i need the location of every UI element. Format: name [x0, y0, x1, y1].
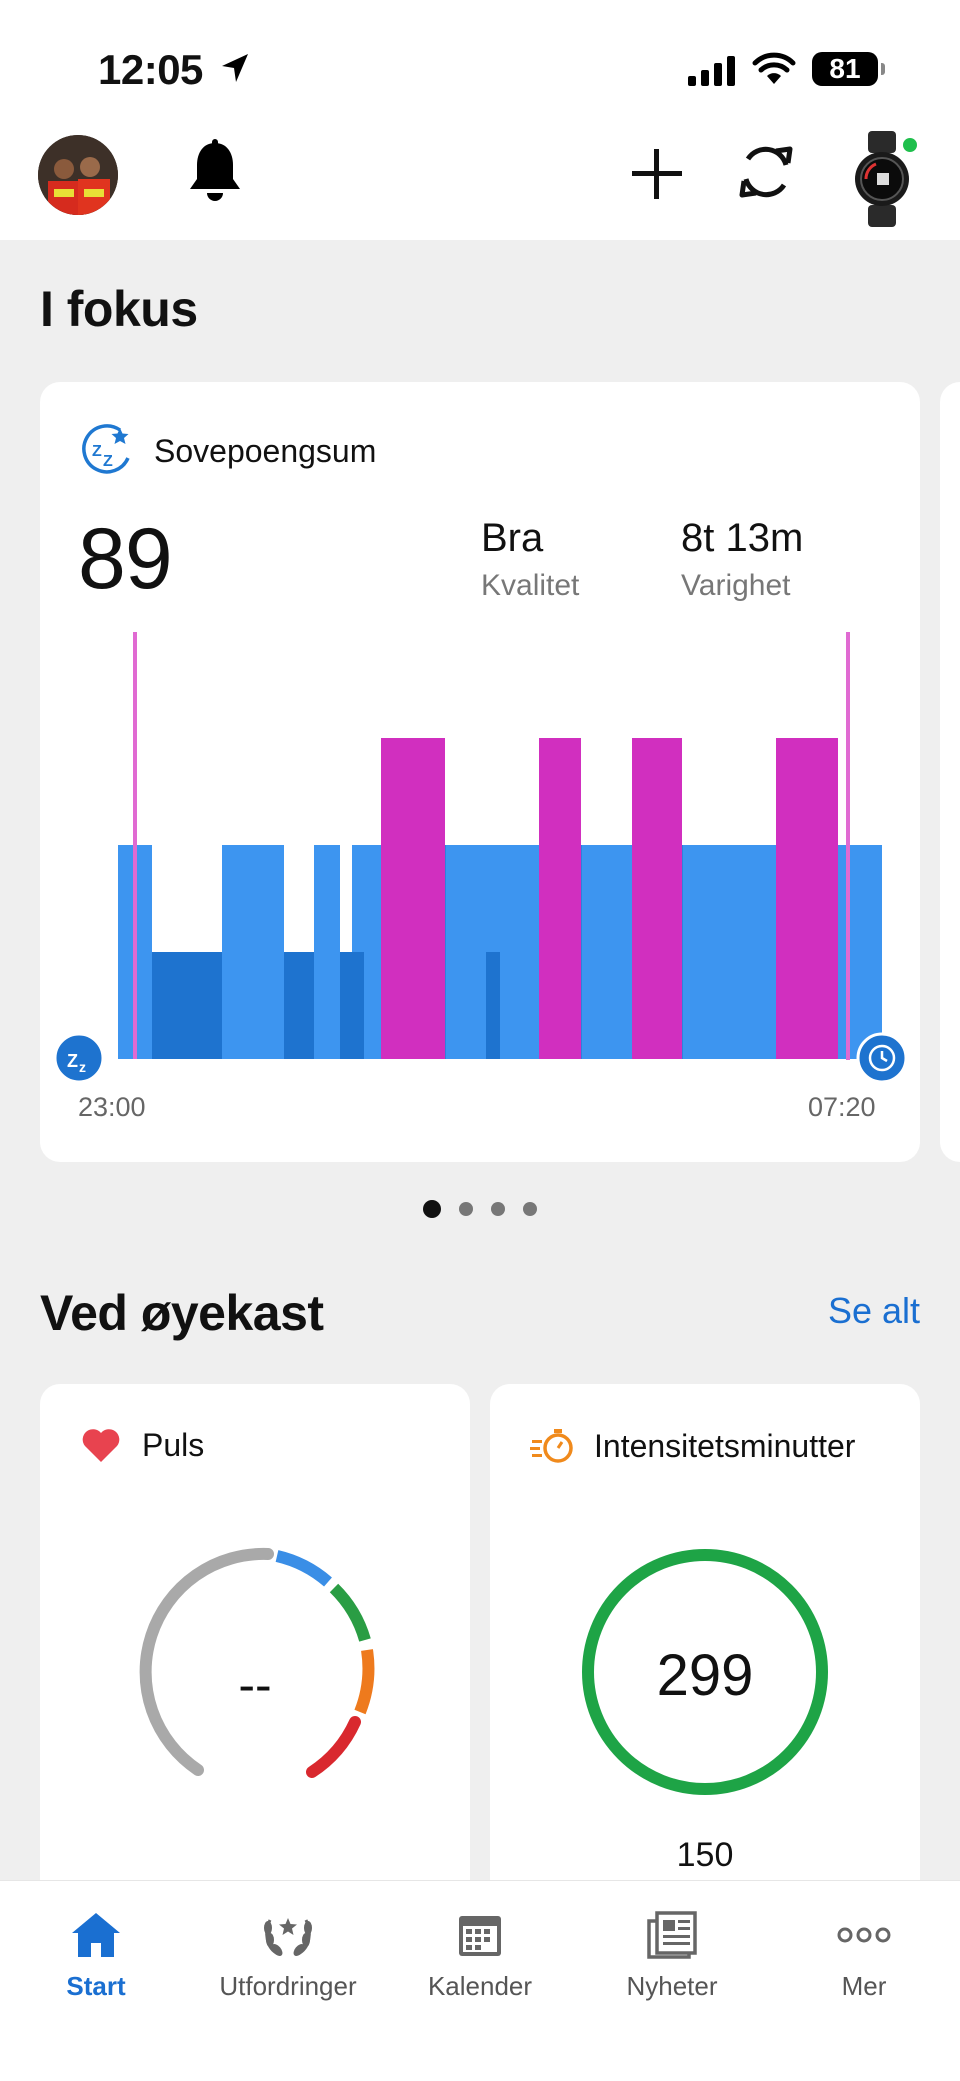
tab-label: Mer: [841, 1971, 887, 2001]
heart-rate-card[interactable]: Puls --: [40, 1384, 470, 1904]
svg-text:z: z: [79, 1059, 86, 1075]
intensity-minutes-card[interactable]: Intensitetsminutter 299 150: [490, 1384, 920, 1904]
home-icon: [72, 1913, 120, 1957]
tab-more[interactable]: Mer: [768, 1905, 960, 2002]
tab-challenges[interactable]: Utfordringer: [192, 1905, 384, 2002]
status-time: 12:05: [98, 46, 203, 93]
news-icon: [647, 1911, 697, 1959]
glance-section-title: Ved øyekast: [40, 1285, 324, 1341]
plus-icon[interactable]: [630, 147, 684, 201]
pager-dot[interactable]: [523, 1202, 537, 1216]
avatar[interactable]: [38, 135, 118, 215]
heart-rate-label: Puls: [142, 1426, 205, 1463]
sleep-start-time: 23:00: [78, 1092, 146, 1122]
pager-dot[interactable]: [459, 1202, 473, 1216]
svg-text:Z: Z: [67, 1051, 78, 1071]
carousel-pager[interactable]: [0, 1200, 960, 1218]
pager-dot-active[interactable]: [423, 1200, 441, 1218]
sleep-end-time: 07:20: [808, 1092, 876, 1122]
status-bar: 12:05 81: [0, 0, 960, 125]
bottom-tab-bar: Start Utfordringer Kalender Nyheter Mer: [0, 1880, 960, 2081]
tab-label: Utfordringer: [219, 1971, 357, 2001]
intensity-goal: 150: [676, 1836, 734, 1874]
intensity-value: 299: [656, 1643, 754, 1708]
stopwatch-icon: [530, 1429, 573, 1463]
tab-calendar[interactable]: Kalender: [384, 1905, 576, 2002]
heart-rate-value: --: [238, 1657, 272, 1713]
calendar-icon: [459, 1916, 501, 1956]
tab-start[interactable]: Start: [0, 1905, 192, 2002]
bell-icon[interactable]: [186, 139, 244, 205]
tab-news[interactable]: Nyheter: [576, 1905, 768, 2002]
tab-label: Start: [66, 1971, 126, 2001]
tab-label: Nyheter: [626, 1971, 718, 2001]
cell-signal-icon: [688, 56, 735, 86]
wifi-icon: [752, 52, 796, 84]
tab-label: Kalender: [427, 1971, 533, 2001]
sleep-score-card[interactable]: Z Z Sovepoengsum 89 Bra Kvalitet 8t 13m …: [40, 382, 920, 1162]
intensity-label: Intensitetsminutter: [594, 1427, 856, 1464]
sleep-end-line: [846, 632, 850, 1060]
focus-section-title: I fokus: [40, 281, 198, 337]
device-connected-dot: [900, 135, 920, 155]
sync-icon[interactable]: [736, 137, 796, 207]
see-all-link[interactable]: Se alt: [828, 1290, 920, 1332]
location-arrow-icon: [222, 54, 248, 82]
battery-indicator: 81: [812, 52, 885, 86]
heart-icon: [82, 1429, 120, 1462]
pager-dot[interactable]: [491, 1202, 505, 1216]
laurel-icon: [264, 1918, 312, 1956]
next-focus-card[interactable]: [940, 382, 960, 1162]
top-nav: [0, 125, 960, 240]
more-icon: [837, 1927, 891, 1943]
